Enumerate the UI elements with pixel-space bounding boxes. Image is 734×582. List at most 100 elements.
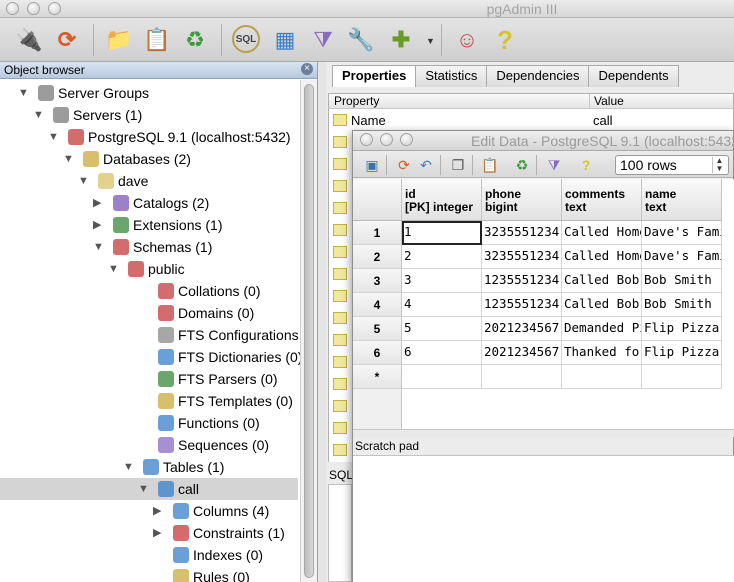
- grid-cell-comments[interactable]: Called Bob: [562, 293, 642, 317]
- grid-cell-phone[interactable]: 2021234567: [482, 317, 562, 341]
- properties-button[interactable]: 📁: [104, 25, 134, 55]
- sql-pane-editor[interactable]: [328, 484, 352, 582]
- row-header[interactable]: 3: [353, 269, 402, 293]
- grid-cell-name[interactable]: Dave's Family: [642, 245, 722, 269]
- row-header[interactable]: 6: [353, 341, 402, 365]
- grid-cell-name[interactable]: [642, 365, 722, 389]
- grid-cell-phone[interactable]: 3235551234: [482, 245, 562, 269]
- grid-cell-comments[interactable]: Called Home: [562, 221, 642, 245]
- tree-node[interactable]: Rules (0): [0, 566, 298, 582]
- sql-query-button[interactable]: SQL: [232, 25, 260, 53]
- tree-node[interactable]: Indexes (0): [0, 544, 298, 566]
- grid-cell-comments[interactable]: Called Bob: [562, 269, 642, 293]
- column-header-name[interactable]: name text: [642, 179, 722, 221]
- grid-corner[interactable]: [353, 179, 402, 221]
- tree-node[interactable]: FTS Dictionaries (0): [0, 346, 300, 368]
- filter-button[interactable]: ⧩: [545, 156, 563, 174]
- connect-button[interactable]: 🔌: [14, 25, 44, 55]
- tree-node[interactable]: ▼ dave: [0, 170, 298, 192]
- tree-node[interactable]: FTS Parsers (0): [0, 368, 298, 390]
- grid-cell-phone[interactable]: 3235551234: [482, 221, 562, 245]
- grid-cell-name[interactable]: Flip Pizza: [642, 317, 722, 341]
- expanded-arrow-icon[interactable]: ▼: [18, 82, 29, 104]
- tree-node[interactable]: ▼ Servers (1): [0, 104, 298, 126]
- expanded-arrow-icon[interactable]: ▼: [48, 126, 59, 148]
- tree-node[interactable]: ▼ Databases (2): [0, 148, 298, 170]
- create-button[interactable]: 📋: [142, 25, 172, 55]
- save-button[interactable]: ▣: [363, 156, 381, 174]
- grid-cell-name[interactable]: Bob Smith: [642, 269, 722, 293]
- tree-node[interactable]: ▶ Constraints (1): [0, 522, 298, 544]
- tree-node[interactable]: Collations (0): [0, 280, 298, 302]
- grid-cell-id[interactable]: [402, 365, 482, 389]
- help-button[interactable]: ?: [490, 25, 520, 55]
- panel-splitter[interactable]: [318, 62, 326, 582]
- tab-dependencies[interactable]: Dependencies: [486, 65, 590, 87]
- tab-statistics[interactable]: Statistics: [415, 65, 488, 87]
- plugins-button[interactable]: ✚: [386, 25, 416, 55]
- grid-cell-phone[interactable]: 1235551234: [482, 293, 562, 317]
- delete-row-button[interactable]: ♻: [513, 156, 531, 174]
- tab-dependents[interactable]: Dependents: [588, 65, 679, 87]
- tree-node[interactable]: ▼ Schemas (1): [0, 236, 298, 258]
- tree-node[interactable]: ▶ Catalogs (2): [0, 192, 298, 214]
- column-header-phone[interactable]: phone bigint: [482, 179, 562, 221]
- grid-cell-phone[interactable]: 1235551234: [482, 269, 562, 293]
- collapsed-arrow-icon[interactable]: ▶: [93, 192, 103, 214]
- close-panel-icon[interactable]: ×: [301, 63, 313, 75]
- paste-button[interactable]: 📋: [481, 156, 499, 174]
- grid-cell-name[interactable]: Bob Smith: [642, 293, 722, 317]
- delete-button[interactable]: ♻: [180, 25, 210, 55]
- maintenance-button[interactable]: 🔧: [346, 25, 376, 55]
- grid-cell-name[interactable]: Flip Pizza: [642, 341, 722, 365]
- tree-node[interactable]: ▶ Extensions (1): [0, 214, 298, 236]
- grid-cell-id[interactable]: 4: [402, 293, 482, 317]
- plugins-dropdown-arrow[interactable]: ▼: [426, 36, 435, 46]
- row-header[interactable]: 4: [353, 293, 402, 317]
- tree-node[interactable]: ▼ Tables (1): [0, 456, 298, 478]
- row-header[interactable]: 5: [353, 317, 402, 341]
- copy-button[interactable]: ❐: [449, 156, 467, 174]
- expanded-arrow-icon[interactable]: ▼: [123, 456, 134, 478]
- tree-node[interactable]: Sequences (0): [0, 434, 298, 456]
- tree-node[interactable]: ▶ Columns (4): [0, 500, 298, 522]
- grid-cell-name[interactable]: Dave's Family: [642, 221, 722, 245]
- grid-cell-id[interactable]: 3: [402, 269, 482, 293]
- tree-node[interactable]: ▼ PostgreSQL 9.1 (localhost:5432): [0, 126, 298, 148]
- dialog-zoom-button[interactable]: [400, 133, 413, 146]
- grid-cell-comments[interactable]: Demanded Pizza: [562, 317, 642, 341]
- hint-button[interactable]: ☺: [452, 25, 482, 55]
- tree-node[interactable]: ▼ call: [0, 478, 298, 500]
- filter-data-button[interactable]: ⧩: [308, 25, 338, 55]
- column-header-comments[interactable]: comments text: [562, 179, 642, 221]
- grid-splitter[interactable]: [353, 429, 734, 437]
- view-data-button[interactable]: ▦: [270, 25, 300, 55]
- expanded-arrow-icon[interactable]: ▼: [93, 236, 104, 258]
- help-button[interactable]: ?: [577, 156, 595, 174]
- tree-node[interactable]: ▼ public: [0, 258, 298, 280]
- scratch-pad-editor[interactable]: [353, 455, 734, 582]
- grid-cell-id[interactable]: 6: [402, 341, 482, 365]
- scrollbar-thumb[interactable]: [304, 84, 314, 578]
- grid-cell-id[interactable]: 1: [402, 221, 482, 245]
- collapsed-arrow-icon[interactable]: ▶: [153, 500, 163, 522]
- column-header-value[interactable]: Value: [589, 94, 624, 109]
- column-header-id[interactable]: id [PK] integer: [402, 179, 482, 221]
- expanded-arrow-icon[interactable]: ▼: [108, 258, 119, 280]
- tab-properties[interactable]: Properties: [332, 65, 417, 87]
- tree-node[interactable]: Functions (0): [0, 412, 298, 434]
- collapsed-arrow-icon[interactable]: ▶: [93, 214, 103, 236]
- object-browser-scrollbar[interactable]: [300, 80, 317, 582]
- refresh-data-button[interactable]: ⟳: [395, 156, 413, 174]
- grid-cell-id[interactable]: 5: [402, 317, 482, 341]
- dialog-minimize-button[interactable]: [380, 133, 393, 146]
- new-row-header[interactable]: *: [353, 365, 402, 389]
- expanded-arrow-icon[interactable]: ▼: [33, 104, 44, 126]
- tree-node[interactable]: Domains (0): [0, 302, 298, 324]
- undo-button[interactable]: ↶: [417, 156, 435, 174]
- expanded-arrow-icon[interactable]: ▼: [138, 478, 149, 500]
- refresh-button[interactable]: ⟳: [52, 25, 82, 55]
- grid-cell-phone[interactable]: [482, 365, 562, 389]
- grid-cell-comments[interactable]: Thanked for Pizza: [562, 341, 642, 365]
- dialog-close-button[interactable]: [360, 133, 373, 146]
